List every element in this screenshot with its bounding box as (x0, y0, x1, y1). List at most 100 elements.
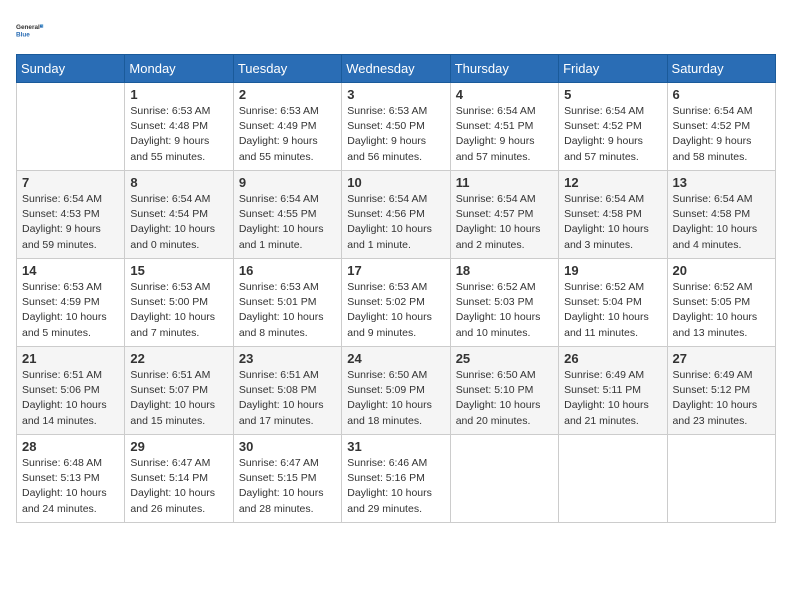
day-number: 19 (564, 263, 661, 278)
day-cell (17, 83, 125, 171)
day-cell: 11 Sunrise: 6:54 AMSunset: 4:57 PMDayligh… (450, 171, 558, 259)
day-cell: 26 Sunrise: 6:49 AMSunset: 5:11 PMDayligh… (559, 347, 667, 435)
day-cell: 31Sunrise: 6:46 AMSunset: 5:16 PMDayligh… (342, 435, 450, 523)
day-info: Sunrise: 6:54 AMSunset: 4:57 PMDaylight:… (456, 192, 553, 253)
day-number: 22 (130, 351, 227, 366)
day-cell: 8 Sunrise: 6:54 AMSunset: 4:54 PMDaylight… (125, 171, 233, 259)
calendar-table: SundayMondayTuesdayWednesdayThursdayFrid… (16, 54, 776, 523)
day-info: Sunrise: 6:52 AMSunset: 5:03 PMDaylight:… (456, 280, 553, 341)
day-number: 26 (564, 351, 661, 366)
day-info: Sunrise: 6:54 AMSunset: 4:58 PMDaylight:… (673, 192, 770, 253)
week-row-2: 7Sunrise: 6:54 AMSunset: 4:53 PMDaylight… (17, 171, 776, 259)
day-info: Sunrise: 6:48 AMSunset: 5:13 PMDaylight:… (22, 456, 119, 517)
day-cell: 16Sunrise: 6:53 AMSunset: 5:01 PMDayligh… (233, 259, 341, 347)
day-number: 4 (456, 87, 553, 102)
day-info: Sunrise: 6:49 AMSunset: 5:11 PMDaylight:… (564, 368, 661, 429)
day-info: Sunrise: 6:51 AMSunset: 5:08 PMDaylight:… (239, 368, 336, 429)
weekday-header-thursday: Thursday (450, 55, 558, 83)
day-number: 5 (564, 87, 661, 102)
day-info: Sunrise: 6:53 AMSunset: 5:02 PMDaylight:… (347, 280, 444, 341)
day-info: Sunrise: 6:50 AMSunset: 5:09 PMDaylight:… (347, 368, 444, 429)
day-info: Sunrise: 6:53 AMSunset: 4:50 PMDaylight:… (347, 104, 444, 165)
day-cell: 1 Sunrise: 6:53 AMSunset: 4:48 PMDaylight… (125, 83, 233, 171)
svg-text:General: General (16, 24, 40, 31)
day-number: 1 (130, 87, 227, 102)
day-cell: 17 Sunrise: 6:53 AMSunset: 5:02 PMDayligh… (342, 259, 450, 347)
day-number: 27 (673, 351, 770, 366)
day-cell (559, 435, 667, 523)
day-number: 23 (239, 351, 336, 366)
day-number: 28 (22, 439, 119, 454)
day-number: 2 (239, 87, 336, 102)
day-number: 3 (347, 87, 444, 102)
weekday-header-tuesday: Tuesday (233, 55, 341, 83)
day-cell: 29 Sunrise: 6:47 AMSunset: 5:14 PMDayligh… (125, 435, 233, 523)
day-cell: 5Sunrise: 6:54 AMSunset: 4:52 PMDaylight… (559, 83, 667, 171)
day-info: Sunrise: 6:54 AMSunset: 4:51 PMDaylight:… (456, 104, 553, 165)
day-number: 24 (347, 351, 444, 366)
day-cell: 6Sunrise: 6:54 AMSunset: 4:52 PMDaylight… (667, 83, 775, 171)
day-cell: 19 Sunrise: 6:52 AMSunset: 5:04 PMDayligh… (559, 259, 667, 347)
day-info: Sunrise: 6:50 AMSunset: 5:10 PMDaylight:… (456, 368, 553, 429)
day-cell: 22 Sunrise: 6:51 AMSunset: 5:07 PMDayligh… (125, 347, 233, 435)
svg-text:Blue: Blue (16, 31, 30, 38)
day-number: 25 (456, 351, 553, 366)
day-info: Sunrise: 6:52 AMSunset: 5:04 PMDaylight:… (564, 280, 661, 341)
day-cell: 7Sunrise: 6:54 AMSunset: 4:53 PMDaylight… (17, 171, 125, 259)
day-number: 17 (347, 263, 444, 278)
day-number: 14 (22, 263, 119, 278)
day-info: Sunrise: 6:52 AMSunset: 5:05 PMDaylight:… (673, 280, 770, 341)
day-cell: 15Sunrise: 6:53 AMSunset: 5:00 PMDayligh… (125, 259, 233, 347)
day-cell (667, 435, 775, 523)
day-info: Sunrise: 6:47 AMSunset: 5:14 PMDaylight:… (130, 456, 227, 517)
weekday-header-wednesday: Wednesday (342, 55, 450, 83)
logo: General Blue (16, 16, 44, 44)
day-number: 12 (564, 175, 661, 190)
day-info: Sunrise: 6:54 AMSunset: 4:52 PMDaylight:… (673, 104, 770, 165)
day-info: Sunrise: 6:53 AMSunset: 5:00 PMDaylight:… (130, 280, 227, 341)
day-info: Sunrise: 6:53 AMSunset: 4:49 PMDaylight:… (239, 104, 336, 165)
day-cell: 10 Sunrise: 6:54 AMSunset: 4:56 PMDayligh… (342, 171, 450, 259)
day-number: 30 (239, 439, 336, 454)
week-row-5: 28 Sunrise: 6:48 AMSunset: 5:13 PMDayligh… (17, 435, 776, 523)
day-cell: 13Sunrise: 6:54 AMSunset: 4:58 PMDayligh… (667, 171, 775, 259)
day-cell: 27Sunrise: 6:49 AMSunset: 5:12 PMDayligh… (667, 347, 775, 435)
weekday-header-saturday: Saturday (667, 55, 775, 83)
day-cell: 30 Sunrise: 6:47 AMSunset: 5:15 PMDayligh… (233, 435, 341, 523)
day-info: Sunrise: 6:54 AMSunset: 4:54 PMDaylight:… (130, 192, 227, 253)
day-info: Sunrise: 6:53 AMSunset: 5:01 PMDaylight:… (239, 280, 336, 341)
day-number: 10 (347, 175, 444, 190)
day-cell: 2 Sunrise: 6:53 AMSunset: 4:49 PMDaylight… (233, 83, 341, 171)
day-info: Sunrise: 6:53 AMSunset: 4:59 PMDaylight:… (22, 280, 119, 341)
day-number: 11 (456, 175, 553, 190)
week-row-4: 21Sunrise: 6:51 AMSunset: 5:06 PMDayligh… (17, 347, 776, 435)
day-info: Sunrise: 6:47 AMSunset: 5:15 PMDaylight:… (239, 456, 336, 517)
day-info: Sunrise: 6:54 AMSunset: 4:58 PMDaylight:… (564, 192, 661, 253)
day-cell: 4 Sunrise: 6:54 AMSunset: 4:51 PMDaylight… (450, 83, 558, 171)
day-number: 21 (22, 351, 119, 366)
day-info: Sunrise: 6:53 AMSunset: 4:48 PMDaylight:… (130, 104, 227, 165)
weekday-header-sunday: Sunday (17, 55, 125, 83)
day-number: 29 (130, 439, 227, 454)
day-cell: 20 Sunrise: 6:52 AMSunset: 5:05 PMDayligh… (667, 259, 775, 347)
day-cell: 9Sunrise: 6:54 AMSunset: 4:55 PMDaylight… (233, 171, 341, 259)
day-cell: 14 Sunrise: 6:53 AMSunset: 4:59 PMDayligh… (17, 259, 125, 347)
day-number: 18 (456, 263, 553, 278)
day-cell: 21Sunrise: 6:51 AMSunset: 5:06 PMDayligh… (17, 347, 125, 435)
day-number: 8 (130, 175, 227, 190)
day-cell: 23 Sunrise: 6:51 AMSunset: 5:08 PMDayligh… (233, 347, 341, 435)
day-info: Sunrise: 6:51 AMSunset: 5:07 PMDaylight:… (130, 368, 227, 429)
week-row-1: 1 Sunrise: 6:53 AMSunset: 4:48 PMDaylight… (17, 83, 776, 171)
day-number: 20 (673, 263, 770, 278)
day-cell: 3 Sunrise: 6:53 AMSunset: 4:50 PMDaylight… (342, 83, 450, 171)
weekday-header-row: SundayMondayTuesdayWednesdayThursdayFrid… (17, 55, 776, 83)
day-info: Sunrise: 6:54 AMSunset: 4:53 PMDaylight:… (22, 192, 119, 253)
week-row-3: 14 Sunrise: 6:53 AMSunset: 4:59 PMDayligh… (17, 259, 776, 347)
day-info: Sunrise: 6:54 AMSunset: 4:55 PMDaylight:… (239, 192, 336, 253)
day-cell: 18 Sunrise: 6:52 AMSunset: 5:03 PMDayligh… (450, 259, 558, 347)
day-cell (450, 435, 558, 523)
day-cell: 12 Sunrise: 6:54 AMSunset: 4:58 PMDayligh… (559, 171, 667, 259)
logo-icon: General Blue (16, 16, 44, 44)
weekday-header-monday: Monday (125, 55, 233, 83)
day-info: Sunrise: 6:54 AMSunset: 4:56 PMDaylight:… (347, 192, 444, 253)
